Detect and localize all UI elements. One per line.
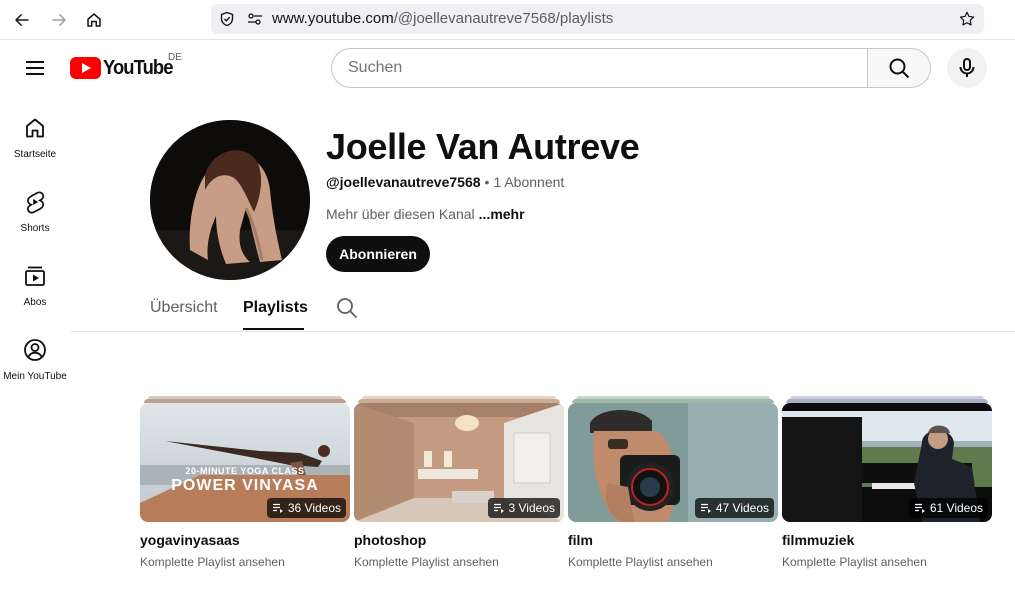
- video-count-badge: 61 Videos: [908, 498, 988, 518]
- search-input[interactable]: [331, 48, 868, 88]
- guide-item-label: Shorts: [20, 223, 50, 234]
- about-text: Mehr über diesen Kanal: [326, 206, 475, 222]
- playlist-thumbnail[interactable]: 61 Videos: [782, 403, 992, 522]
- browser-toolbar: www.youtube.com/@joellevanautreve7568/pl…: [0, 0, 1015, 40]
- logo-text: YouTube: [103, 56, 173, 79]
- avatar-image: [150, 120, 310, 280]
- voice-search-button[interactable]: [947, 48, 987, 88]
- search-icon: [889, 58, 910, 79]
- channel-avatar[interactable]: [150, 120, 310, 280]
- playlist-icon: [914, 503, 925, 513]
- bookmark-star-icon[interactable]: [958, 10, 976, 28]
- shorts-icon: [27, 191, 45, 214]
- address-bar[interactable]: www.youtube.com/@joellevanautreve7568/pl…: [211, 4, 984, 34]
- playlist-icon: [700, 503, 711, 513]
- video-count-badge: 36 Videos: [266, 498, 346, 518]
- guide-item-label: Startseite: [13, 149, 57, 160]
- home-button[interactable]: [82, 8, 106, 32]
- guide-item-subscriptions[interactable]: Abos: [0, 260, 70, 332]
- channel-meta: @joellevanautreve7568 • 1 Abonnent: [326, 174, 564, 190]
- view-full-playlist-link[interactable]: Komplette Playlist ansehen: [354, 555, 499, 569]
- arrow-left-icon: [15, 14, 29, 26]
- playlist-title[interactable]: filmmuziek: [782, 532, 854, 548]
- microphone-icon: [959, 58, 975, 77]
- channel-handle: @joellevanautreve7568: [326, 174, 481, 190]
- youtube-play-icon: [70, 57, 101, 79]
- video-count: 61 Videos: [929, 501, 983, 515]
- video-count: 3 Videos: [508, 501, 555, 515]
- guide-item-label: Abos: [23, 297, 47, 308]
- hamburger-menu-icon: [26, 61, 44, 75]
- guide-item-shorts[interactable]: Shorts: [0, 186, 70, 258]
- youtube-logo[interactable]: YouTube DE: [70, 52, 182, 80]
- video-count-badge: 3 Videos: [487, 498, 560, 518]
- account-icon: [24, 339, 46, 361]
- subscriber-count: 1 Abonnent: [493, 174, 565, 190]
- view-full-playlist-link[interactable]: Komplette Playlist ansehen: [140, 555, 285, 569]
- active-tab-indicator: [243, 328, 304, 330]
- back-button[interactable]: [10, 8, 34, 32]
- channel-search-icon[interactable]: [335, 296, 359, 320]
- playlist-title[interactable]: yogavinyasaas: [140, 532, 240, 548]
- search-button[interactable]: [867, 48, 931, 88]
- thumb-overlay-small: 20-MINUTE YOGA CLASS: [185, 466, 305, 476]
- playlist-title[interactable]: film: [568, 532, 593, 548]
- subscribe-button[interactable]: Abonnieren: [326, 236, 430, 272]
- channel-name: Joelle Van Autreve: [326, 126, 640, 167]
- channel-about-link[interactable]: Mehr über diesen Kanal ...mehr: [326, 206, 525, 222]
- home-icon: [26, 118, 44, 138]
- site-settings-icon[interactable]: [247, 11, 263, 27]
- video-count: 47 Videos: [715, 501, 769, 515]
- shield-icon[interactable]: [219, 11, 235, 27]
- forward-button[interactable]: [47, 8, 71, 32]
- url-host: www.youtube.com: [272, 10, 394, 27]
- playlist-thumbnail[interactable]: 20-MINUTE YOGA CLASS POWER VINYASA 36 Vi…: [140, 403, 350, 522]
- arrow-right-icon: [52, 14, 66, 26]
- url-path: /@joellevanautreve7568/playlists: [393, 10, 614, 27]
- view-full-playlist-link[interactable]: Komplette Playlist ansehen: [782, 555, 927, 569]
- guide-item-you[interactable]: Mein YouTube: [0, 334, 70, 406]
- tab-playlists[interactable]: Playlists: [243, 299, 308, 317]
- playlist-icon: [493, 503, 504, 513]
- guide-item-home[interactable]: Startseite: [0, 112, 70, 184]
- more-link[interactable]: ...mehr: [479, 206, 525, 222]
- home-icon: [87, 13, 101, 27]
- playlist-icon: [272, 503, 283, 513]
- video-count: 36 Videos: [287, 501, 341, 515]
- tabs-divider: [71, 331, 1015, 332]
- tab-overview[interactable]: Übersicht: [150, 299, 218, 317]
- search-box: [331, 48, 931, 88]
- region-code: DE: [168, 52, 182, 63]
- video-count-badge: 47 Videos: [694, 498, 774, 518]
- guide-item-label: Mein YouTube: [3, 371, 67, 382]
- url-text[interactable]: www.youtube.com/@joellevanautreve7568/pl…: [272, 10, 613, 27]
- thumb-overlay-big: POWER VINYASA: [171, 477, 319, 494]
- playlist-title[interactable]: photoshop: [354, 532, 426, 548]
- playlist-thumbnail[interactable]: 3 Videos: [354, 403, 564, 522]
- meta-separator: •: [484, 174, 490, 190]
- guide-menu-button[interactable]: [19, 52, 51, 84]
- subscriptions-icon: [25, 266, 45, 286]
- view-full-playlist-link[interactable]: Komplette Playlist ansehen: [568, 555, 713, 569]
- playlist-thumbnail[interactable]: 47 Videos: [568, 403, 778, 522]
